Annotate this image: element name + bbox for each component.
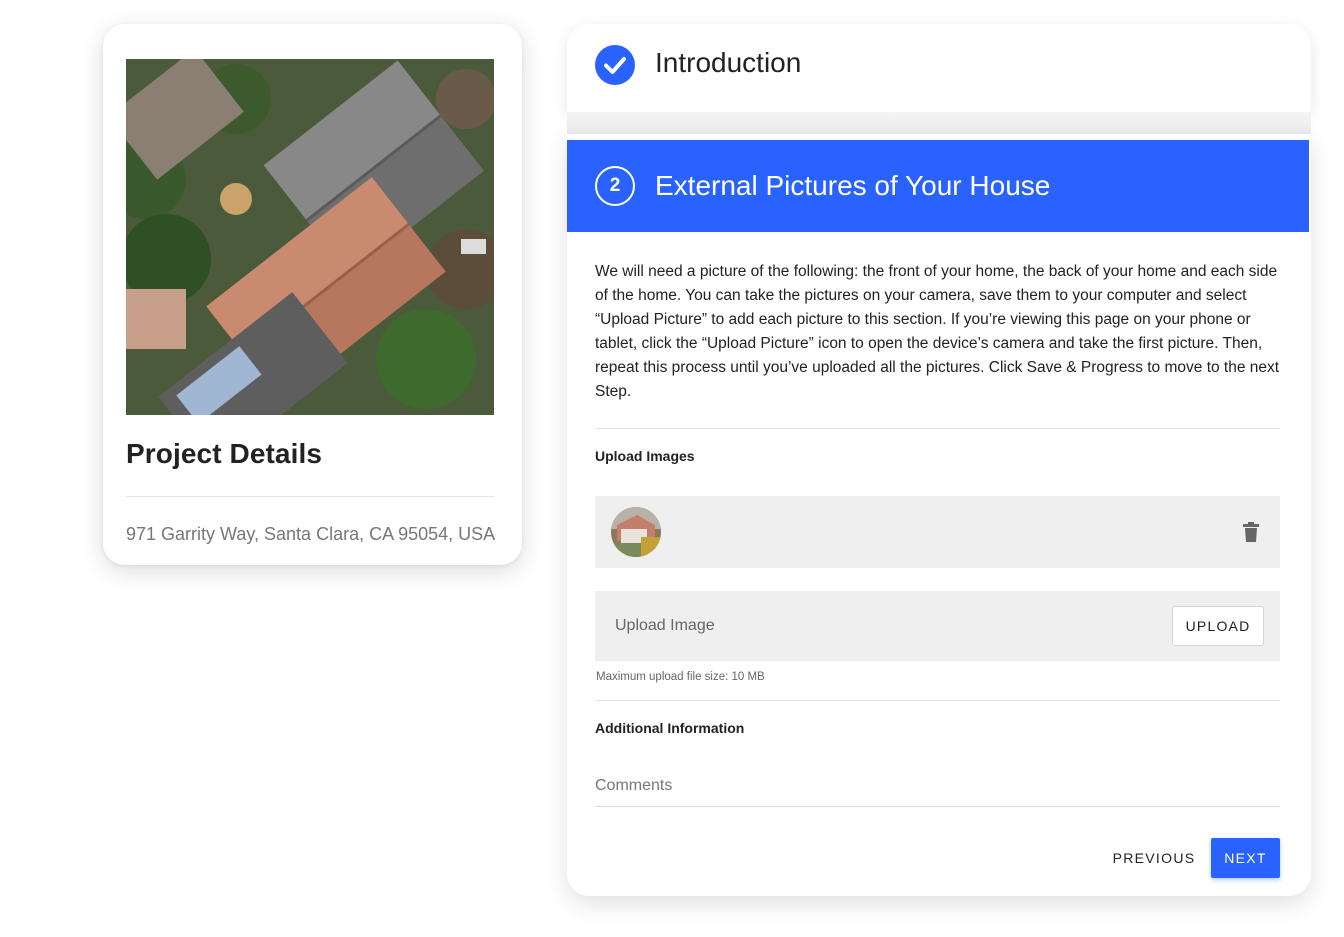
upload-images-label: Upload Images [595,448,695,464]
trash-icon[interactable] [1242,522,1260,542]
step-title: External Pictures of Your House [655,170,1051,201]
next-button[interactable]: NEXT [1211,838,1280,878]
aerial-photo [126,59,494,415]
uploaded-image-row [595,496,1280,568]
project-address: 971 Garrity Way, Santa Clara, CA 95054, … [126,524,496,544]
page: Project Details 971 Garrity Way, Santa C… [0,0,1344,937]
upload-image-placeholder: Upload Image [615,617,715,634]
step-instructions: We will need a picture of the following:… [595,263,1280,400]
divider [126,496,495,497]
step-external-pictures: 2 External Pictures of Your House We wil… [567,134,1311,896]
divider [595,428,1280,429]
step-header[interactable]: 2 External Pictures of Your House [567,140,1309,232]
step-separator [567,112,1311,134]
step-number-badge: 2 [595,166,635,206]
previous-button[interactable]: PREVIOUS [1107,838,1201,878]
comments-input[interactable]: Comments [595,777,1280,807]
upload-image-field[interactable]: Upload Image UPLOAD [595,591,1280,661]
additional-information-label: Additional Information [595,720,745,736]
check-icon [595,45,635,85]
step-introduction[interactable]: Introduction [567,24,1311,112]
upload-size-hint: Maximum upload file size: 10 MB [596,671,765,683]
upload-button[interactable]: UPLOAD [1172,606,1264,646]
divider [595,700,1280,701]
project-details-card: Project Details 971 Garrity Way, Santa C… [103,24,522,565]
project-title: Project Details [126,438,323,469]
step-introduction-title: Introduction [655,47,802,78]
uploaded-image-thumbnail[interactable] [611,507,661,557]
